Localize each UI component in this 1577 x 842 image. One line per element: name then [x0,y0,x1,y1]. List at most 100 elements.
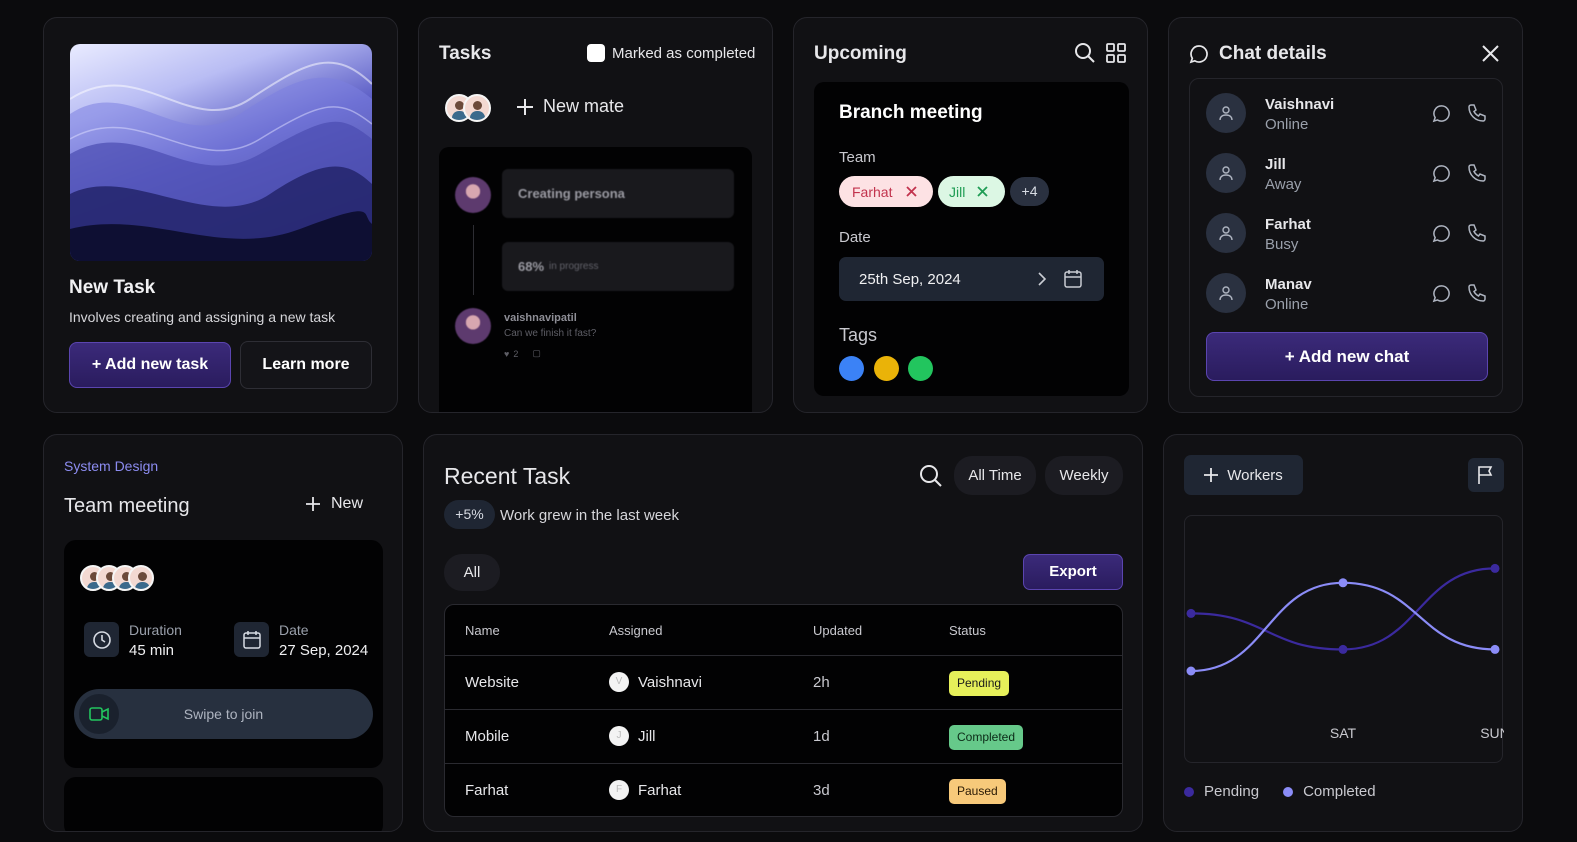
col-updated[interactable]: Updated [813,623,862,638]
chart-legend: Pending Completed [1184,783,1376,800]
date-label: Date [839,229,871,246]
new-mate-button[interactable]: New mate [515,96,624,117]
date-picker[interactable]: 25th Sep, 2024 [839,257,1104,301]
legend-dot-pending [1184,786,1194,797]
team-chip-farhat[interactable]: Farhat [839,176,933,207]
user-icon [1219,166,1233,181]
user-name: Vaishnavi [1265,96,1335,113]
user-icon [1219,106,1233,121]
workers-button[interactable]: Workers [1184,455,1303,495]
add-new-chat-button[interactable]: + Add new chat [1206,332,1488,381]
plus-icon [517,98,533,115]
user-name: Manav [1265,276,1312,293]
chat-user-row[interactable]: Farhat Busy [1206,213,1488,255]
duration-label: Duration [129,622,182,638]
search-icon[interactable] [919,464,943,488]
table-row[interactable]: Farhat F Farhat 3d Paused [445,764,1122,816]
message-icon[interactable] [1432,104,1451,123]
table-row[interactable]: Website V Vaishnavi 2h Pending [445,656,1122,710]
checkbox-box[interactable] [587,44,605,62]
tasks-table: Name Assigned Updated Status Website V V… [444,604,1123,817]
tag-dot-blue[interactable] [839,356,864,381]
filter-weekly[interactable]: Weekly [1045,456,1123,495]
search-icon[interactable] [1074,42,1096,64]
feed-thread-line [473,225,474,295]
new-meeting-button[interactable]: New [305,495,363,513]
new-label: New [331,495,364,512]
grid-icon[interactable] [1106,43,1126,63]
filter-all-time[interactable]: All Time [954,456,1036,495]
col-status[interactable]: Status [949,623,986,638]
calendar-icon-box [234,622,269,657]
phone-icon[interactable] [1467,103,1487,123]
tag-dot-yellow[interactable] [874,356,899,381]
category-link[interactable]: System Design [64,458,158,474]
swipe-label: Swipe to join [183,706,264,722]
tags-label: Tags [839,325,878,345]
feed-avatar-2 [455,308,491,344]
flag-button[interactable] [1468,458,1504,492]
phone-icon[interactable] [1467,163,1487,183]
chevron-right-icon[interactable] [1037,272,1047,286]
data-point-pending-sat[interactable] [1338,644,1348,654]
data-point-completed-fri[interactable] [1186,666,1196,676]
table-header: Name Assigned Updated Status [445,605,1122,656]
status-badge: Pending [949,671,1010,696]
phone-icon[interactable] [1467,283,1487,303]
add-new-task-button[interactable]: + Add new task [69,342,231,388]
message-icon[interactable] [1432,284,1451,303]
close-icon[interactable] [1482,45,1499,62]
chat-user-row[interactable]: Manav Online [1206,273,1488,315]
tasks-title: Tasks [439,43,492,64]
comment-icon[interactable]: ▢ [532,348,541,359]
learn-more-button[interactable]: Learn more [240,341,372,389]
message-icon[interactable] [1432,164,1451,183]
date-value: 25th Sep, 2024 [859,271,961,288]
user-avatar [1206,93,1246,133]
calendar-icon[interactable] [1063,269,1083,289]
team-label: Team [839,149,876,166]
progress-value: 68% [518,259,545,274]
data-point-completed-sun[interactable] [1490,644,1500,654]
phone-icon[interactable] [1467,223,1487,243]
col-name[interactable]: Name [465,623,500,638]
feed-item-progress: 68% in progress [502,242,734,291]
data-point-pending-fri[interactable] [1186,608,1196,618]
flag-icon [1478,466,1493,484]
tag-dot-green[interactable] [908,356,933,381]
checkbox-label: Marked as completed [612,44,756,62]
team-more-badge[interactable]: +4 [1010,177,1049,206]
recent-task-title: Recent Task [444,463,571,489]
status-badge: Completed [949,725,1024,750]
export-button[interactable]: Export [1023,554,1123,590]
task-feed-panel: Creating persona 68% in progress vaishna… [439,147,752,412]
chat-user-row[interactable]: Jill Away [1206,153,1488,195]
close-icon[interactable] [906,186,918,197]
close-icon[interactable] [977,186,988,197]
feed-item-text: Creating persona [518,186,625,201]
chat-user-row[interactable]: Vaishnavi Online [1206,93,1488,135]
attendee-avatars [80,565,154,591]
new-mate-label: New mate [543,96,625,116]
marked-completed-checkbox[interactable]: Marked as completed [587,44,755,62]
cell-assigned: Farhat [638,782,682,799]
message-icon[interactable] [1432,224,1451,243]
new-task-title: New Task [69,277,156,298]
heart-icon[interactable]: ♥ [504,349,509,359]
filter-all-button[interactable]: All [444,554,500,591]
col-assigned[interactable]: Assigned [609,623,662,638]
x-tick-label-sun: SUN [1480,725,1504,741]
meeting-title: Branch meeting [839,102,983,123]
data-point-completed-sat[interactable] [1338,578,1348,588]
workers-label: Workers [1227,466,1283,484]
cell-updated: 2h [813,674,830,691]
team-chip-jill[interactable]: Jill [938,176,1005,207]
data-point-pending-sun[interactable] [1490,563,1500,573]
next-meeting-panel [64,777,383,831]
user-icon [1219,286,1233,301]
user-avatar [1206,213,1246,253]
swipe-to-join-slider[interactable]: Swipe to join [74,689,373,739]
cell-assigned: Jill [638,728,656,745]
likes-count: 2 [513,348,519,359]
table-row[interactable]: Mobile J Jill 1d Completed [445,710,1122,764]
